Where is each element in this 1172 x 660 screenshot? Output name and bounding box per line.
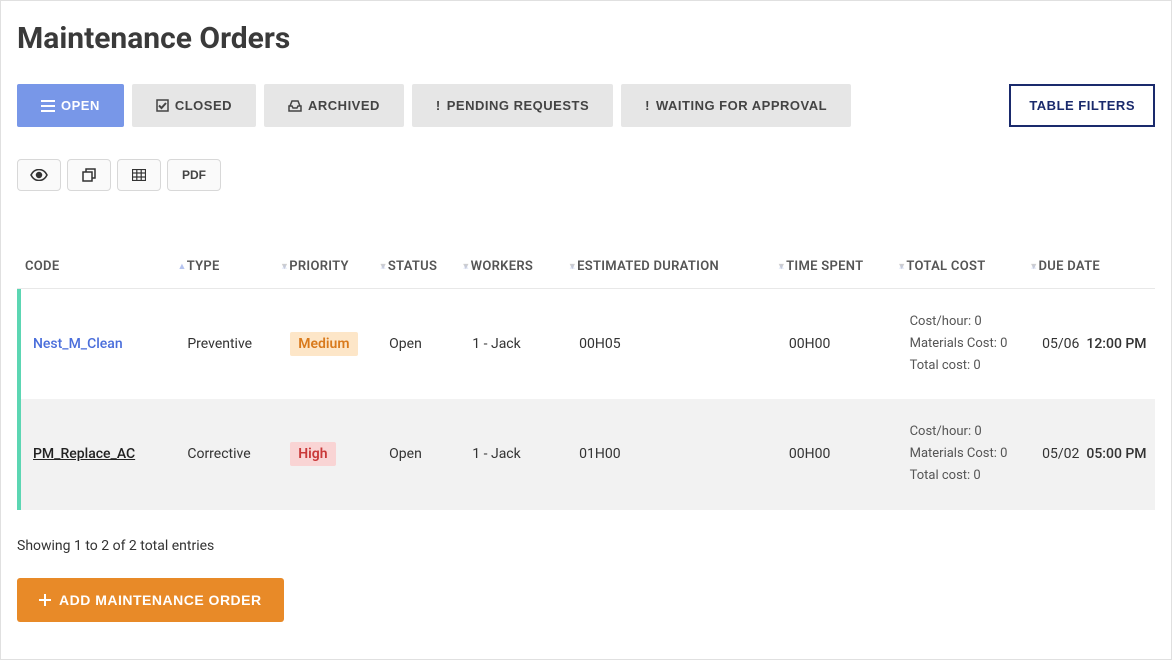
order-code-link[interactable]: PM_Replace_AC [33,446,135,462]
cell-time-spent: 00H00 [789,336,910,352]
copy-icon [82,168,96,182]
check-square-icon [156,99,169,112]
exclamation-icon: ! [645,98,650,113]
table-header: CODE ▲ TYPE ▲▼ PRIORITY ▲▼ STATUS ▲▼ WOR… [17,249,1155,289]
col-label: PRIORITY [289,259,349,274]
list-icon [41,100,55,112]
tab-open[interactable]: OPEN [17,84,124,127]
cell-total-cost: Cost/hour: 0 Materials Cost: 0 Total cos… [910,311,1043,377]
col-workers[interactable]: WORKERS ▲▼ [471,259,577,274]
due-date: 05/06 [1042,336,1079,352]
table-filters-button[interactable]: TABLE FILTERS [1009,84,1155,127]
cell-type: Corrective [187,446,290,462]
pagination-info: Showing 1 to 2 of 2 total entries [17,538,1155,554]
cell-estimated-duration: 01H00 [579,446,789,462]
add-maintenance-order-button[interactable]: ADD MAINTENANCE ORDER [17,578,284,622]
toolbar: PDF [17,159,1155,191]
col-label: TYPE [187,259,220,274]
cell-time-spent: 00H00 [789,446,910,462]
grid-button[interactable] [117,159,161,191]
order-code-link[interactable]: Nest_M_Clean [33,336,123,352]
pdf-button[interactable]: PDF [167,159,221,191]
tab-label: ARCHIVED [308,98,380,113]
page-title: Maintenance Orders [17,21,1155,56]
button-label: TABLE FILTERS [1029,98,1135,113]
col-status[interactable]: STATUS ▲▼ [388,259,471,274]
cell-total-cost: Cost/hour: 0 Materials Cost: 0 Total cos… [910,421,1043,487]
tab-label: OPEN [61,98,100,113]
exclamation-icon: ! [436,98,441,113]
cell-type: Preventive [187,336,290,352]
due-time: 05:00 PM [1086,446,1146,462]
copy-button[interactable] [67,159,111,191]
cell-due-date: 05/02 05:00 PM [1042,446,1151,462]
col-label: CODE [25,259,59,274]
tab-pending-requests[interactable]: ! PENDING REQUESTS [412,84,613,127]
cell-status: Open [389,336,472,352]
visibility-button[interactable] [17,159,61,191]
col-type[interactable]: TYPE ▲▼ [187,259,290,274]
cell-workers: 1 - Jack [472,446,579,462]
col-estimated-duration[interactable]: ESTIMATED DURATION ▲▼ [577,259,786,274]
col-label: ESTIMATED DURATION [577,259,719,274]
cost-hour: Cost/hour: 0 [910,311,1043,333]
materials-cost: Materials Cost: 0 [910,333,1043,355]
total-cost: Total cost: 0 [910,465,1043,487]
tab-closed[interactable]: CLOSED [132,84,256,127]
col-total-cost[interactable]: TOTAL COST ▲▼ [906,259,1038,274]
priority-badge: Medium [290,332,357,356]
tab-label: WAITING FOR APPROVAL [656,98,827,113]
col-time-spent[interactable]: TIME SPENT ▲▼ [786,259,906,274]
tab-waiting-approval[interactable]: ! WAITING FOR APPROVAL [621,84,851,127]
eye-icon [30,169,48,181]
col-label: STATUS [388,259,437,274]
cell-due-date: 05/06 12:00 PM [1042,336,1151,352]
cell-estimated-duration: 00H05 [579,336,789,352]
cell-status: Open [389,446,472,462]
due-date: 05/02 [1042,446,1079,462]
tab-label: CLOSED [175,98,232,113]
col-code[interactable]: CODE ▲ [25,259,187,274]
tabs-row: OPEN CLOSED ARCHIVED ! PENDING REQUESTS … [17,84,1155,127]
inbox-icon [288,100,302,112]
col-label: TOTAL COST [906,259,985,274]
tab-label: PENDING REQUESTS [447,98,589,113]
grid-icon [132,169,146,181]
button-label: ADD MAINTENANCE ORDER [59,592,262,608]
table-row[interactable]: Nest_M_Clean Preventive Medium Open 1 - … [17,289,1155,399]
tab-archived[interactable]: ARCHIVED [264,84,404,127]
cell-workers: 1 - Jack [472,336,579,352]
priority-badge: High [290,442,335,466]
cost-hour: Cost/hour: 0 [910,421,1043,443]
col-priority[interactable]: PRIORITY ▲▼ [289,259,388,274]
total-cost: Total cost: 0 [910,355,1043,377]
plus-icon [39,594,51,606]
table-row[interactable]: PM_Replace_AC Corrective High Open 1 - J… [17,399,1155,509]
col-due-date[interactable]: DUE DATE [1039,259,1147,274]
col-label: TIME SPENT [786,259,863,274]
button-label: PDF [182,168,206,182]
col-label: WORKERS [471,259,534,274]
materials-cost: Materials Cost: 0 [910,443,1043,465]
due-time: 12:00 PM [1086,336,1146,352]
col-label: DUE DATE [1039,259,1101,274]
